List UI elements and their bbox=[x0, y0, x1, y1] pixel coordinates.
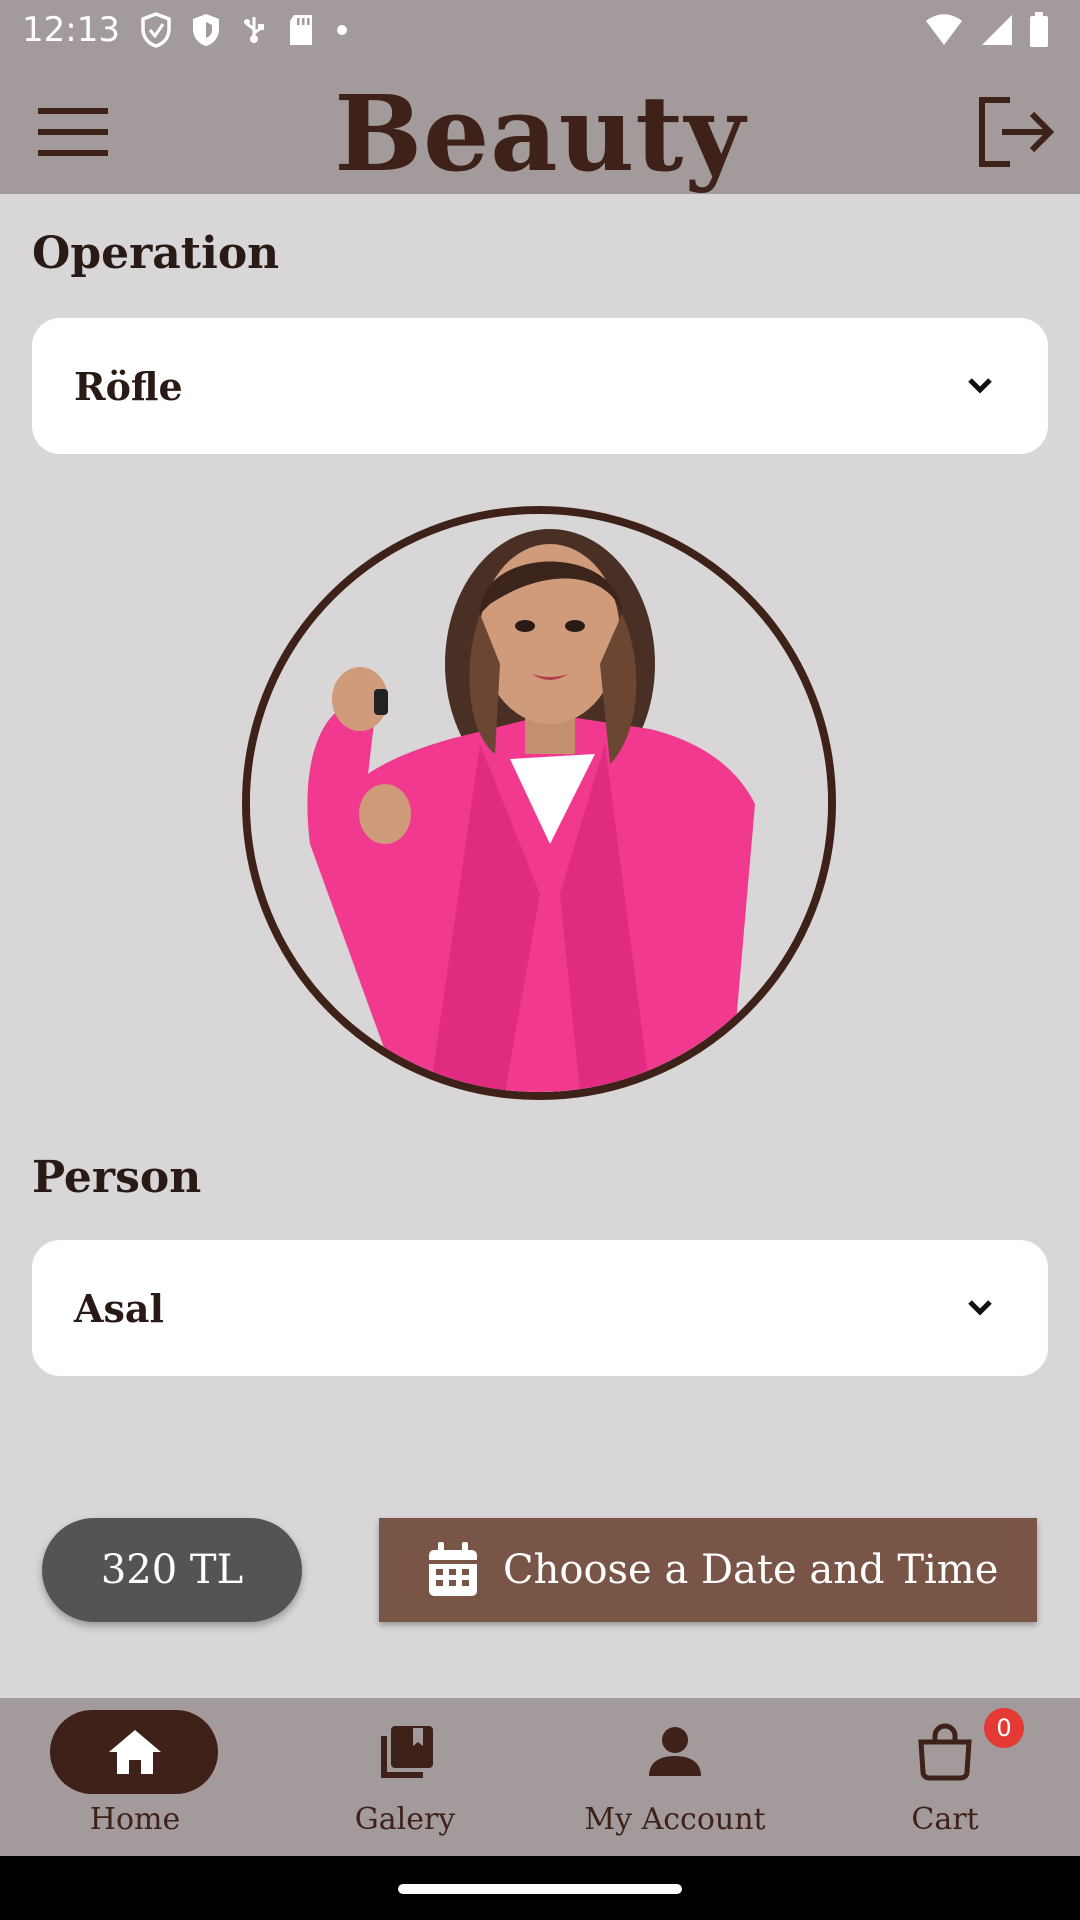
person-dropdown[interactable]: Asal bbox=[32, 1240, 1048, 1376]
person-icon bbox=[649, 1727, 701, 1776]
nav-home[interactable]: Home bbox=[0, 1698, 270, 1856]
app-bar: Beauty bbox=[0, 64, 1080, 195]
operation-selected-value: Röfle bbox=[74, 363, 183, 409]
woman-portrait-image bbox=[250, 514, 828, 1092]
operation-dropdown[interactable]: Röfle bbox=[32, 318, 1048, 454]
status-icons-right bbox=[924, 12, 1050, 48]
logout-icon bbox=[979, 97, 1055, 167]
nav-my-account[interactable]: My Account bbox=[540, 1698, 810, 1856]
choose-date-time-button[interactable]: Choose a Date and Time bbox=[379, 1518, 1037, 1622]
shield-filled-icon bbox=[193, 14, 219, 46]
logout-button[interactable] bbox=[974, 92, 1055, 172]
nav-my-account-label: My Account bbox=[584, 1802, 766, 1837]
status-time: 12:13 bbox=[22, 10, 120, 50]
status-bar: 12:13 bbox=[0, 0, 1080, 64]
gallery-icon bbox=[381, 1726, 433, 1778]
shield-outline-icon bbox=[141, 12, 171, 48]
cart-count-badge: 0 bbox=[984, 1708, 1024, 1748]
person-label: Person bbox=[32, 1152, 202, 1203]
wifi-icon bbox=[926, 14, 962, 45]
price-badge: 320 TL bbox=[42, 1518, 302, 1622]
battery-icon bbox=[1030, 12, 1048, 47]
nav-galery-label: Galery bbox=[354, 1802, 456, 1837]
operation-label: Operation bbox=[32, 228, 280, 279]
chevron-down-icon bbox=[968, 378, 992, 394]
usb-icon bbox=[244, 17, 264, 43]
shopping-bag-icon bbox=[918, 1723, 972, 1781]
choose-date-time-label: Choose a Date and Time bbox=[503, 1547, 999, 1593]
home-icon bbox=[109, 1730, 161, 1774]
operation-photo bbox=[242, 506, 836, 1100]
signal-icon bbox=[982, 15, 1012, 45]
person-selected-value: Asal bbox=[74, 1285, 164, 1331]
gesture-navigation-bar bbox=[0, 1856, 1080, 1920]
status-icons-left bbox=[140, 12, 350, 48]
app-title: Beauty bbox=[334, 72, 746, 195]
nav-cart-label: Cart bbox=[911, 1802, 979, 1837]
dot-icon bbox=[337, 25, 347, 35]
calendar-icon bbox=[429, 1542, 477, 1596]
sd-card-icon bbox=[290, 15, 312, 45]
bottom-navigation: Home Galery My Account 0 Cart bbox=[0, 1698, 1080, 1856]
nav-cart[interactable]: 0 Cart bbox=[810, 1698, 1080, 1856]
nav-home-label: Home bbox=[89, 1802, 181, 1837]
nav-galery[interactable]: Galery bbox=[270, 1698, 540, 1856]
chevron-down-icon bbox=[968, 1300, 992, 1316]
home-gesture-handle[interactable] bbox=[398, 1884, 682, 1894]
